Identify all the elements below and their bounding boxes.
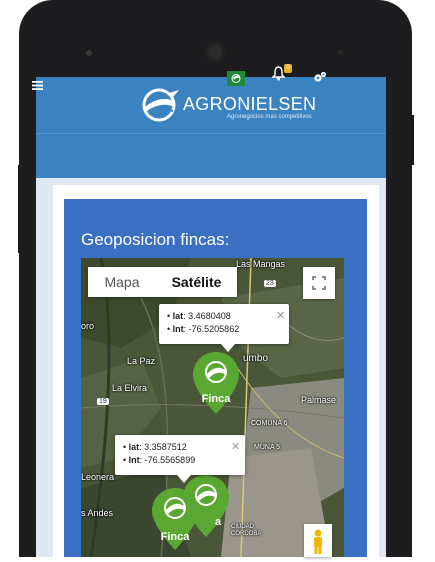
marker-label: a — [214, 516, 222, 528]
lnt-value: : -76.5565899 — [139, 455, 196, 465]
marker-label: Finca — [160, 531, 190, 543]
place-label: MUNA 5 — [254, 444, 281, 451]
infowindow-tail — [177, 475, 191, 483]
lat-label: lat — [128, 442, 140, 452]
finca-marker[interactable]: Finca — [191, 350, 241, 416]
map-pin-icon — [193, 352, 239, 414]
power-button — [410, 115, 414, 165]
brand-header: AGRONIELSEN Agronegocios más competitivo… — [36, 77, 386, 133]
lnt-value: : -76.5205862 — [183, 324, 240, 334]
lat-label: lat — [172, 311, 184, 321]
place-label: s Andes — [81, 508, 114, 518]
place-label: Las Mangas — [236, 259, 286, 269]
map-type-control: Mapa Satélite — [88, 267, 237, 297]
coords-infowindow: • lat: 3.3587512 • lnt: -76.5565899 ✕ — [115, 435, 245, 483]
lnt-label: lnt — [172, 324, 184, 334]
lat-value: : 3.4680408 — [183, 311, 231, 321]
camera-icon — [205, 42, 225, 62]
route-shield: 19 — [97, 398, 109, 405]
coords-infowindow: • lat: 3.4680408 • lnt: -76.5205862 ✕ — [159, 304, 289, 352]
hamburger-icon[interactable] — [32, 77, 43, 95]
panel-title: Geoposicion fincas: — [81, 230, 230, 249]
place-label: umbo — [243, 353, 269, 364]
close-icon[interactable]: ✕ — [231, 440, 240, 453]
pegman-icon — [314, 529, 322, 554]
top-nav — [36, 133, 386, 178]
brand-tagline: Agronegocios más competitivos — [227, 114, 312, 120]
street-view-pegman[interactable] — [304, 524, 332, 557]
proximity-sensor — [338, 50, 343, 55]
route-shield: 23 — [264, 280, 276, 287]
place-label: Palmase — [301, 395, 337, 405]
place-label: La Elvira — [112, 383, 148, 393]
volume-button — [18, 165, 21, 253]
notification-badge: 0 — [284, 64, 292, 73]
gears-icon[interactable] — [313, 70, 327, 88]
map-type-map-button[interactable]: Mapa — [88, 267, 156, 297]
place-label: COMUNA 6 — [251, 420, 288, 427]
brand-name: AGRONIELSEN — [183, 94, 317, 114]
place-label: CIUDAD CORDOBA — [231, 524, 262, 537]
place-label: La Paz — [127, 356, 156, 366]
place-label: Leonera — [81, 472, 115, 482]
front-sensor — [86, 50, 92, 56]
lat-value: : 3.3587512 — [139, 442, 187, 452]
map-type-satellite-button[interactable]: Satélite — [156, 267, 237, 297]
close-icon[interactable]: ✕ — [276, 309, 285, 322]
fullscreen-icon — [312, 276, 326, 290]
satellite-map[interactable]: Las Mangas 23 oro La Paz La Elvira 19 um… — [81, 258, 344, 557]
finca-marker[interactable]: Finca — [150, 486, 200, 552]
flag-icon[interactable] — [227, 71, 245, 86]
place-label: oro — [81, 321, 95, 331]
marker-label: Finca — [201, 393, 231, 405]
infowindow-tail — [221, 344, 235, 352]
fullscreen-button[interactable] — [303, 267, 335, 299]
agronielsen-logo — [142, 88, 179, 122]
lnt-label: lnt — [128, 455, 140, 465]
